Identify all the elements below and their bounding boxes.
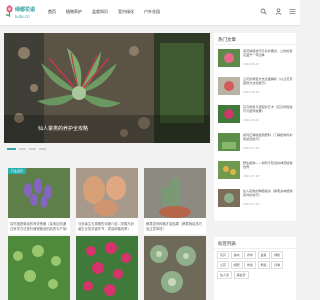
site-header: 绿都花语 lvdu.cn 首页 植物养护 盆栽知识 室内绿化 户外花园 [0, 0, 300, 26]
slider-dot[interactable] [39, 147, 46, 150]
slider-dots [4, 144, 210, 153]
card-title[interactable]: 桑葚如何种植才能结果（桑葚栽培技巧及注意事项） [146, 222, 204, 232]
tag-link[interactable]: 月季 [271, 261, 284, 269]
nav-home[interactable]: 首页 [48, 9, 56, 15]
tag-link[interactable]: 绿植 [271, 251, 284, 259]
sidebar-article-date: 2024-08-07 [243, 62, 260, 66]
sidebar-article-date: 2024-07-26 [243, 146, 260, 150]
logo-name: 绿都花语 [15, 7, 36, 13]
tag-link[interactable]: 兰花 [217, 261, 230, 269]
nav-plant-care[interactable]: 植物养护 [66, 9, 82, 15]
sidebar-thumb [218, 133, 240, 151]
sidebar-article[interactable]: 仙人掌类的种植秘诀（探索多肉植物的养护技巧） 2024-07-25 [218, 189, 294, 211]
slider-dot[interactable] [19, 147, 26, 150]
tag-link[interactable]: 仙人掌 [217, 271, 233, 279]
sidebar-article-date: 2024-08-01 [243, 118, 260, 122]
sidebar-article[interactable]: 野生植物——你所不知道的神奇植物世界 2024-07-28 [218, 161, 294, 183]
card-title[interactable]: 探究植物栽培的有效策略（探索如何通过科学方法提升植物栽培的品质与产量） [10, 222, 69, 232]
sidebar-thumb [218, 49, 240, 67]
sidebar-article-title[interactable]: 兰花的繁殖方式全面解析（以兰花育苗的方法和技巧） [243, 77, 294, 86]
sidebar-article-date: 2024-07-25 [243, 202, 260, 206]
card-title[interactable]: 马铃薯生长周期的详细介绍（掌握马铃薯生长的关键环节，提高种植效率） [78, 222, 136, 232]
sidebar-article-date: 2024-07-28 [243, 174, 260, 178]
sidebar-article-title[interactable]: 茶花种植技巧与养护要点，让你的茶花盛开一年四季 [243, 49, 294, 58]
tag-link[interactable]: 盆栽 [257, 251, 270, 259]
card-category-tag[interactable]: 行业资讯 [8, 168, 27, 174]
divider [214, 248, 296, 249]
sidebar-article[interactable]: 花卉修剪与造型的艺术（花卉修剪技巧与装饰效果） 2024-08-01 [218, 105, 294, 127]
article-card[interactable]: 马铃薯生长周期的详细介绍（掌握马铃薯生长的关键环节，提高种植效率） [76, 168, 138, 234]
sidebar-thumb [218, 161, 240, 179]
article-card-image[interactable] [144, 236, 206, 300]
tag-link[interactable]: 病虫害 [233, 271, 249, 279]
sidebar-article-title[interactable]: 仙人掌类的种植秘诀（探索多肉植物的养护技巧） [243, 189, 294, 198]
hero-succulent-image [4, 33, 210, 143]
sidebar-thumb [218, 77, 240, 95]
main-nav: 首页 植物养护 盆栽知识 室内绿化 户外花园 [48, 9, 170, 15]
tag-link[interactable]: 养护 [244, 251, 257, 259]
divider [214, 44, 296, 45]
user-icon[interactable] [275, 8, 282, 15]
card-image-lavender [8, 168, 70, 218]
sidebar-title: 热门文章 [218, 38, 236, 43]
nav-outdoor-garden[interactable]: 户外花园 [144, 9, 160, 15]
slider-dot[interactable] [7, 147, 16, 150]
sidebar-article-title[interactable]: 野生植物——你所不知道的神奇植物世界 [243, 161, 294, 170]
sidebar-popular: 热门文章 茶花种植技巧与养护要点，让你的茶花盛开一年四季 2024-08-07 … [214, 33, 296, 221]
slider-dot[interactable] [29, 147, 36, 150]
tag-link[interactable]: 繁殖 [257, 261, 270, 269]
tag-cloud-title: 标签列表 [218, 242, 236, 247]
sidebar-article-title[interactable]: 花卉修剪与造型的艺术（花卉修剪技巧与装饰效果） [243, 105, 294, 114]
hero-slider[interactable]: 仙人掌类的养护全攻略 [4, 33, 210, 143]
card-image-potatoes [76, 168, 138, 218]
logo-plant-icon [5, 5, 13, 17]
logo-domain: lvdu.cn [15, 14, 30, 19]
sidebar-article-title[interactable]: 如何正确地施用肥料（了解植物养护的最佳技巧） [243, 133, 294, 142]
nav-potted-knowledge[interactable]: 盆栽知识 [92, 9, 108, 15]
article-card-image[interactable] [76, 236, 138, 300]
sidebar-article[interactable]: 兰花的繁殖方式全面解析（以兰花育苗的方法和技巧） 2024-08-04 [218, 77, 294, 99]
tag-link[interactable]: 花卉 [217, 251, 230, 259]
card-image-cactus [144, 168, 206, 218]
tag-cloud: 标签列表 花卉 多肉 养护 盆栽 绿植 兰花 施肥 修剪 繁殖 月季 仙人掌 病… [214, 237, 296, 300]
sidebar-thumb [218, 105, 240, 123]
sidebar-article[interactable]: 茶花种植技巧与养护要点，让你的茶花盛开一年四季 2024-08-07 [218, 49, 294, 71]
card-image-green-field [8, 236, 70, 300]
menu-icon[interactable] [289, 8, 296, 15]
tag-link[interactable]: 多肉 [230, 251, 243, 259]
nav-indoor-green[interactable]: 室内绿化 [118, 9, 134, 15]
article-card[interactable]: 桑葚如何种植才能结果（桑葚栽培技巧及注意事项） [144, 168, 206, 234]
tag-link[interactable]: 施肥 [230, 261, 243, 269]
sidebar-article-date: 2024-08-04 [243, 90, 260, 94]
search-icon[interactable] [260, 8, 267, 15]
slide-caption[interactable]: 仙人掌类的养护全攻略 [38, 125, 88, 132]
sidebar-article[interactable]: 如何正确地施用肥料（了解植物养护的最佳技巧） 2024-07-26 [218, 133, 294, 155]
sidebar-thumb [218, 189, 240, 207]
card-image-red-flowers [76, 236, 138, 300]
tag-link[interactable]: 修剪 [244, 261, 257, 269]
article-card-image[interactable] [8, 236, 70, 300]
card-image-succulents [144, 236, 206, 300]
site-logo[interactable]: 绿都花语 lvdu.cn [5, 3, 41, 23]
article-card[interactable]: 行业资讯 探究植物栽培的有效策略（探索如何通过科学方法提升植物栽培的品质与产量） [8, 168, 70, 234]
tag-list: 花卉 多肉 养护 盆栽 绿植 兰花 施肥 修剪 繁殖 月季 仙人掌 病虫害 [217, 251, 295, 281]
